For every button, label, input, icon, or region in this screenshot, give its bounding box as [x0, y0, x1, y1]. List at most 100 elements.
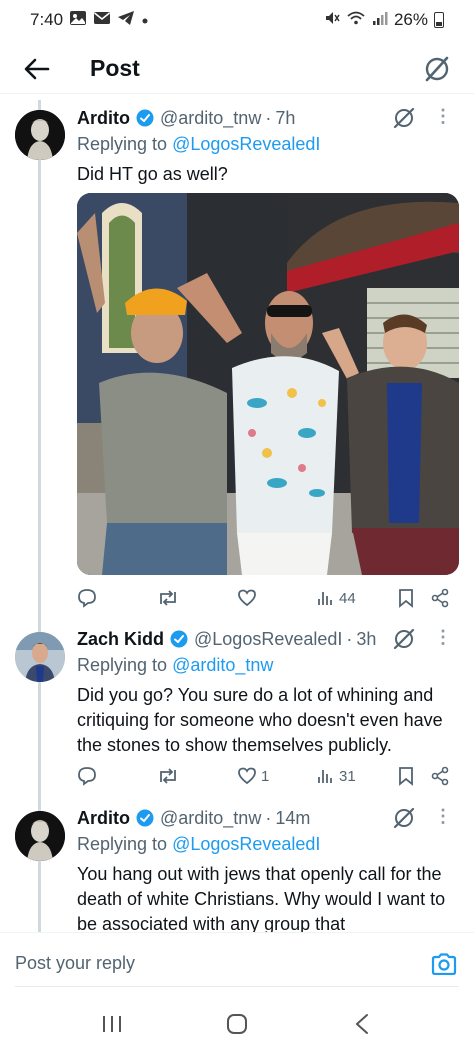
tweet-text: You hang out with jews that openly call …: [77, 864, 446, 932]
like-count: 1: [261, 767, 270, 785]
replying-prefix: Replying to: [77, 834, 173, 854]
reply-input[interactable]: Post your reply: [15, 953, 429, 974]
tweet-body: Ardito @ardito_tnw · 7h ⋮ Replying to @L…: [77, 106, 462, 187]
separator-dot: ·: [265, 107, 272, 128]
replying-to: Replying to @LogosRevealedI: [77, 834, 462, 858]
tweet-actions: 1 31: [77, 764, 462, 788]
grok-button[interactable]: [422, 54, 452, 84]
view-count: 44: [339, 589, 356, 607]
battery-percent: 26%: [393, 10, 428, 29]
arrow-left-icon: [24, 58, 50, 79]
mail-icon: [93, 10, 111, 30]
bookmark-icon: [399, 589, 413, 608]
author-name[interactable]: Ardito: [77, 108, 130, 129]
replying-prefix: Replying to: [77, 655, 173, 675]
more-options-icon[interactable]: ⋮: [434, 106, 452, 127]
share-button[interactable]: [430, 588, 450, 608]
system-nav-bar: [0, 994, 474, 1053]
home-button[interactable]: [217, 1004, 257, 1044]
tweet-body: Ardito @ardito_tnw · 14m ⋮ Replying to @…: [77, 806, 462, 932]
reply-icon: [78, 589, 96, 608]
status-bar: 7:40 26%: [0, 0, 474, 40]
grok-icon[interactable]: [392, 627, 416, 656]
timestamp[interactable]: 14m: [275, 808, 310, 829]
avatar[interactable]: [15, 632, 65, 682]
replying-to: Replying to @ardito_tnw: [77, 655, 462, 679]
status-left: 7:40: [30, 10, 149, 31]
top-bar: Post: [0, 44, 474, 94]
mention-link[interactable]: @ardito_tnw: [172, 655, 273, 675]
reply-divider: [15, 986, 459, 987]
tweet-body: Zach Kidd @LogosRevealedI · 3h ⋮ Replyin…: [77, 627, 462, 758]
tweet-actions: 44: [77, 586, 462, 610]
reply-button[interactable]: [77, 766, 97, 786]
retweet-icon: [160, 768, 176, 784]
replying-to: Replying to @LogosRevealedI: [77, 134, 462, 158]
verified-badge-icon: [136, 109, 154, 127]
author-handle[interactable]: @LogosRevealedI: [194, 629, 342, 650]
dot-icon: [141, 10, 149, 30]
timestamp[interactable]: 7h: [275, 108, 295, 129]
avatar[interactable]: [15, 110, 65, 160]
timestamp[interactable]: 3h: [356, 629, 376, 650]
signal-icon: [372, 10, 388, 31]
separator-dot: ·: [265, 807, 272, 828]
bookmark-button[interactable]: [398, 588, 414, 608]
back-icon: [355, 1013, 368, 1034]
back-button[interactable]: [22, 54, 52, 84]
mention-link[interactable]: @LogosRevealedI: [172, 134, 320, 154]
verified-badge-icon: [136, 809, 154, 827]
views-button[interactable]: 44: [317, 589, 356, 607]
separator-dot: ·: [346, 628, 353, 649]
status-time: 7:40: [30, 10, 64, 29]
heart-icon: [238, 589, 256, 607]
retweet-button[interactable]: [157, 766, 179, 786]
battery-icon: [434, 12, 444, 28]
tweet-text: Did HT go as well?: [77, 164, 228, 184]
share-icon: [431, 588, 449, 608]
replying-prefix: Replying to: [77, 134, 173, 154]
back-nav-button[interactable]: [342, 1004, 382, 1044]
tweet-photo[interactable]: [77, 193, 459, 575]
bookmark-icon: [399, 767, 413, 786]
grok-icon: [425, 56, 449, 81]
tweet-3[interactable]: Ardito @ardito_tnw · 14m ⋮ Replying to @…: [0, 806, 474, 932]
recents-icon: [103, 1015, 122, 1032]
bookmark-button[interactable]: [398, 766, 414, 786]
like-button[interactable]: 1: [237, 766, 269, 786]
views-icon: [318, 770, 332, 783]
retweet-button[interactable]: [157, 588, 179, 608]
author-name[interactable]: Ardito: [77, 808, 130, 829]
author-name[interactable]: Zach Kidd: [77, 629, 164, 650]
views-button[interactable]: 31: [317, 767, 356, 785]
reply-button[interactable]: [77, 588, 97, 608]
share-icon: [431, 766, 449, 786]
recents-button[interactable]: [92, 1004, 132, 1044]
gallery-icon: [69, 10, 87, 31]
camera-icon: [431, 952, 457, 975]
tweet-text: Did you go? You sure do a lot of whining…: [77, 685, 443, 755]
grok-icon[interactable]: [392, 106, 416, 135]
more-options-icon[interactable]: ⋮: [434, 627, 452, 648]
grok-icon[interactable]: [392, 806, 416, 835]
telegram-icon: [117, 10, 135, 31]
share-button[interactable]: [430, 766, 450, 786]
more-options-icon[interactable]: ⋮: [434, 806, 452, 827]
author-handle[interactable]: @ardito_tnw: [160, 808, 261, 829]
avatar[interactable]: [15, 811, 65, 861]
home-icon: [226, 1013, 247, 1034]
wifi-icon: [346, 10, 366, 31]
author-handle[interactable]: @ardito_tnw: [160, 108, 261, 129]
reply-icon: [78, 767, 96, 786]
status-right: 26%: [324, 10, 444, 31]
retweet-icon: [160, 590, 176, 606]
view-count: 31: [339, 767, 356, 785]
heart-icon: [238, 767, 256, 785]
camera-button[interactable]: [429, 949, 459, 979]
page-title: Post: [90, 55, 140, 81]
views-icon: [318, 592, 332, 605]
verified-badge-icon: [170, 630, 188, 648]
reply-bar: Post your reply: [0, 932, 474, 994]
like-button[interactable]: [237, 588, 261, 608]
mention-link[interactable]: @LogosRevealedI: [172, 834, 320, 854]
